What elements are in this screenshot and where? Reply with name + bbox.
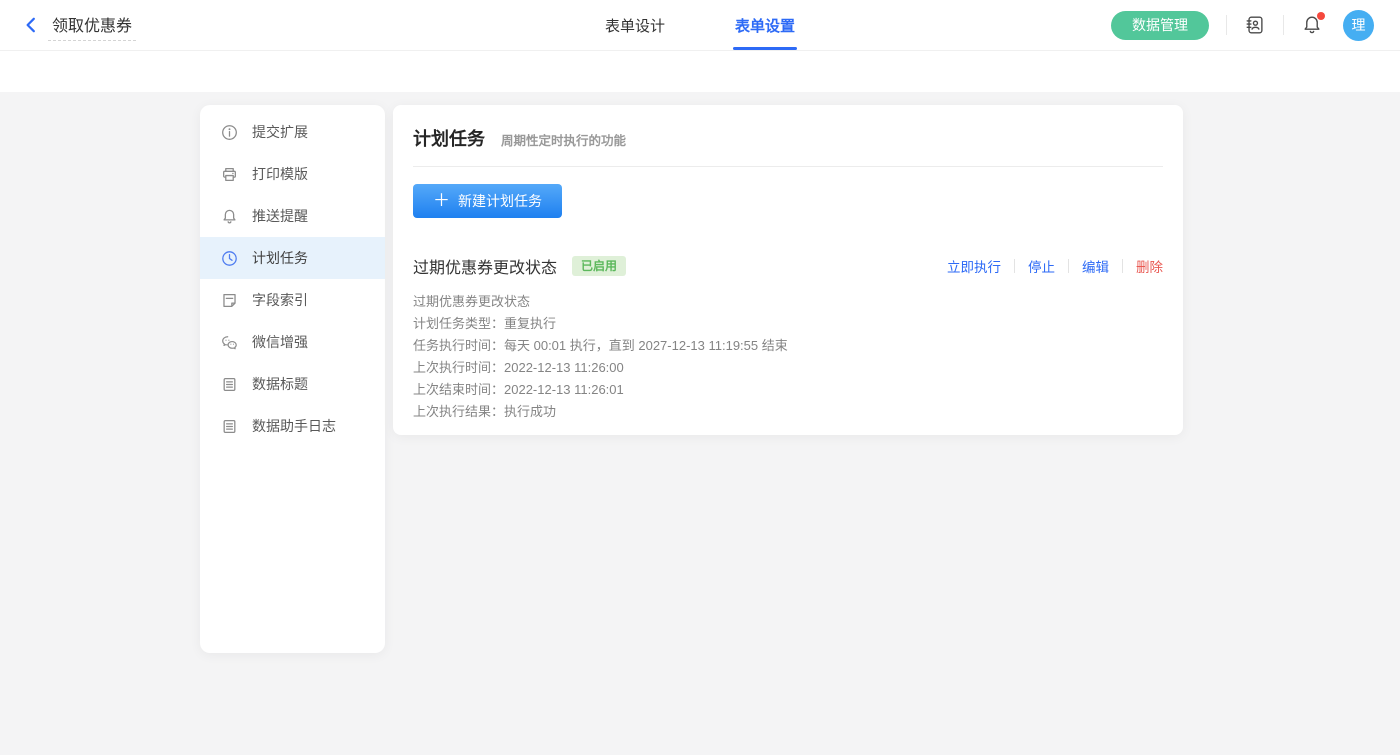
sidebar-item-push-reminder[interactable]: 推送提醒 bbox=[200, 195, 385, 237]
panel-subtitle: 周期性定时执行的功能 bbox=[501, 130, 626, 149]
info-icon bbox=[221, 124, 238, 141]
bell-icon bbox=[221, 208, 238, 225]
sidebar-item-label: 字段索引 bbox=[252, 290, 308, 310]
divider bbox=[1014, 259, 1015, 273]
scheduled-tasks-panel: 计划任务 周期性定时执行的功能 ＋ 新建计划任务 过期优惠券更改状态 已启用 立… bbox=[393, 105, 1183, 435]
wechat-icon bbox=[221, 334, 238, 351]
settings-sidebar: 提交扩展 打印模版 推送提醒 计划任务 字段索引 bbox=[200, 105, 385, 653]
top-bar: 领取优惠券 表单设计 表单设置 数据管理 理 bbox=[0, 0, 1400, 51]
form-title[interactable]: 领取优惠券 bbox=[48, 10, 136, 41]
panel-title: 计划任务 bbox=[413, 125, 485, 151]
sidebar-item-label: 微信增强 bbox=[252, 332, 308, 352]
stop-link[interactable]: 停止 bbox=[1028, 256, 1055, 276]
detail-exec-schedule: 任务执行时间：每天 00:01 执行，直到 2027-12-13 11:19:5… bbox=[413, 335, 1163, 357]
detail-last-exec-time: 上次执行时间：2022-12-13 11:26:00 bbox=[413, 357, 1163, 379]
sidebar-item-label: 数据标题 bbox=[252, 374, 308, 394]
sidebar-item-scheduled-tasks[interactable]: 计划任务 bbox=[200, 237, 385, 279]
sidebar-item-data-assistant-log[interactable]: 数据助手日志 bbox=[200, 405, 385, 447]
file-icon bbox=[221, 292, 238, 309]
clock-icon bbox=[221, 250, 238, 267]
detail-task-name: 过期优惠券更改状态 bbox=[413, 291, 1163, 313]
detail-last-end-time: 上次结束时间：2022-12-13 11:26:01 bbox=[413, 379, 1163, 401]
notification-bell-icon[interactable] bbox=[1301, 14, 1323, 36]
divider bbox=[1226, 15, 1227, 35]
sidebar-item-print-template[interactable]: 打印模版 bbox=[200, 153, 385, 195]
printer-icon bbox=[221, 166, 238, 183]
sub-header-band bbox=[0, 51, 1400, 92]
edit-link[interactable]: 编辑 bbox=[1082, 256, 1109, 276]
sidebar-item-label: 推送提醒 bbox=[252, 206, 308, 226]
new-task-button-label: 新建计划任务 bbox=[458, 191, 542, 211]
task-actions: 立即执行 停止 编辑 删除 bbox=[947, 256, 1163, 276]
center-tabs: 表单设计 表单设置 bbox=[605, 0, 795, 50]
sidebar-item-wechat-enhance[interactable]: 微信增强 bbox=[200, 321, 385, 363]
address-book-icon[interactable] bbox=[1244, 14, 1266, 36]
task-row: 过期优惠券更改状态 已启用 立即执行 停止 编辑 删除 bbox=[413, 254, 1163, 278]
status-badge: 已启用 bbox=[572, 256, 626, 276]
back-icon[interactable] bbox=[20, 14, 42, 36]
task-name: 过期优惠券更改状态 bbox=[413, 254, 557, 278]
data-manage-button[interactable]: 数据管理 bbox=[1111, 11, 1209, 40]
sidebar-item-label: 提交扩展 bbox=[252, 122, 308, 142]
tab-form-design[interactable]: 表单设计 bbox=[605, 0, 665, 50]
sidebar-item-data-title[interactable]: 数据标题 bbox=[200, 363, 385, 405]
sidebar-item-field-index[interactable]: 字段索引 bbox=[200, 279, 385, 321]
detail-last-result: 上次执行结果：执行成功 bbox=[413, 401, 1163, 423]
sidebar-item-label: 计划任务 bbox=[252, 248, 308, 268]
avatar[interactable]: 理 bbox=[1343, 10, 1374, 41]
delete-link[interactable]: 删除 bbox=[1136, 256, 1163, 276]
list-icon bbox=[221, 376, 238, 393]
topbar-left: 领取优惠券 bbox=[0, 10, 136, 41]
topbar-right: 数据管理 理 bbox=[1111, 10, 1400, 41]
run-now-link[interactable]: 立即执行 bbox=[947, 256, 1001, 276]
task-details: 过期优惠券更改状态 计划任务类型：重复执行 任务执行时间：每天 00:01 执行… bbox=[413, 291, 1163, 423]
new-scheduled-task-button[interactable]: ＋ 新建计划任务 bbox=[413, 184, 562, 218]
notification-dot bbox=[1317, 12, 1325, 20]
sidebar-item-label: 打印模版 bbox=[252, 164, 308, 184]
detail-task-type: 计划任务类型：重复执行 bbox=[413, 313, 1163, 335]
divider bbox=[1283, 15, 1284, 35]
list-icon bbox=[221, 418, 238, 435]
sidebar-item-label: 数据助手日志 bbox=[252, 416, 336, 436]
divider bbox=[1068, 259, 1069, 273]
tab-form-settings[interactable]: 表单设置 bbox=[735, 0, 795, 50]
divider bbox=[1122, 259, 1123, 273]
plus-icon: ＋ bbox=[433, 192, 450, 209]
panel-header: 计划任务 周期性定时执行的功能 bbox=[413, 105, 1163, 167]
sidebar-item-submit-extension[interactable]: 提交扩展 bbox=[200, 111, 385, 153]
